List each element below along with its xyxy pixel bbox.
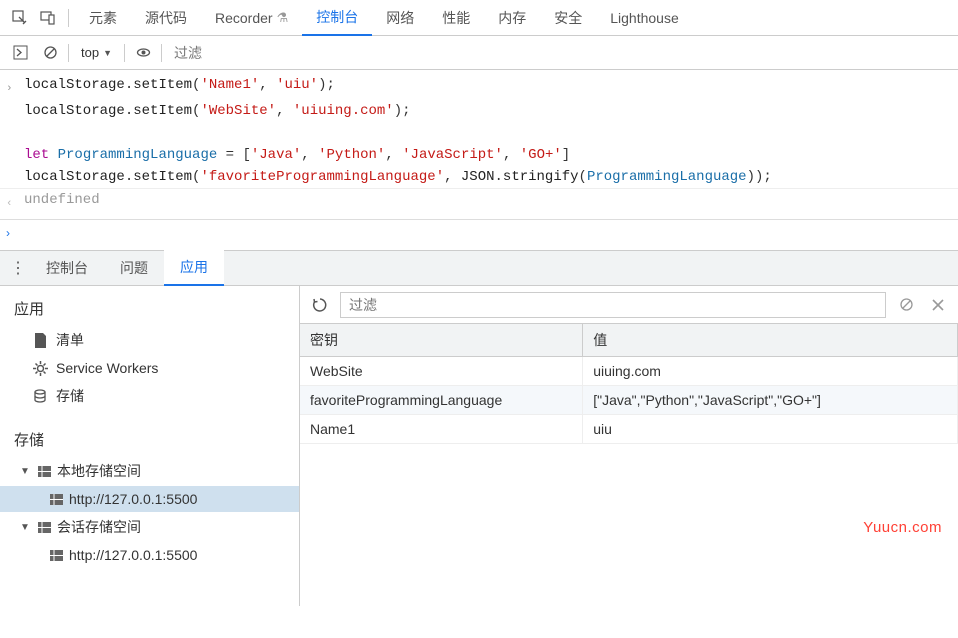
devtools-top-tabs: 元素 源代码 Recorder⚗ 控制台 网络 性能 内存 安全 Lightho… [0, 0, 958, 36]
tree-item-session-storage-origin[interactable]: http://127.0.0.1:5500 [0, 542, 299, 568]
refresh-icon[interactable] [308, 293, 332, 317]
sidebar-item-storage[interactable]: 存储 [0, 381, 299, 411]
table-row[interactable]: favoriteProgrammingLanguage ["Java","Pyt… [300, 386, 958, 415]
tab-performance[interactable]: 性能 [428, 0, 484, 36]
storage-data-panel: 密钥 值 WebSite uiuing.com favoriteProgramm… [300, 286, 958, 606]
tree-item-local-storage-origin[interactable]: http://127.0.0.1:5500 [0, 486, 299, 512]
inspect-icon[interactable] [6, 4, 34, 32]
cell-key: Name1 [300, 415, 583, 444]
console-input-line: localStorage.setItem('favoriteProgrammin… [24, 166, 952, 188]
watermark-text: Yuucn.com [863, 519, 942, 536]
cell-value: uiuing.com [583, 357, 958, 386]
tab-network[interactable]: 网络 [372, 0, 428, 36]
grid-icon [50, 550, 63, 561]
sidebar-item-label: 存储 [56, 386, 84, 406]
clear-console-icon[interactable] [38, 41, 62, 65]
tab-security[interactable]: 安全 [540, 0, 596, 36]
delete-selected-icon[interactable] [926, 293, 950, 317]
database-icon [32, 389, 48, 403]
cell-value: ["Java","Python","JavaScript","GO+"] [583, 386, 958, 415]
separator [161, 44, 162, 62]
chevron-down-icon: ▼ [103, 48, 112, 58]
table-row[interactable]: WebSite uiuing.com [300, 357, 958, 386]
sidebar-section-storage: 存储 [0, 423, 299, 456]
storage-toolbar [300, 286, 958, 324]
tree-item-local-storage[interactable]: ▼ 本地存储空间 [0, 456, 299, 486]
console-input-line: localStorage.setItem('WebSite', 'uiuing.… [24, 100, 952, 122]
application-panel: 应用 清单 Service Workers 存储 存储 ▼ 本地存储空间 htt… [0, 286, 958, 606]
separator [68, 44, 69, 62]
storage-filter-input[interactable] [340, 292, 886, 318]
table-row[interactable]: Name1 uiu [300, 415, 958, 444]
gear-icon [32, 361, 48, 376]
prompt-icon: › [6, 224, 24, 240]
console-toolbar: top ▼ [0, 36, 958, 70]
console-output: › localStorage.setItem('Name1', 'uiu'); … [0, 70, 958, 220]
grid-icon [38, 466, 51, 477]
drawer-tab-application[interactable]: 应用 [164, 250, 224, 286]
more-tabs-icon[interactable]: ⋮ [6, 258, 30, 278]
file-icon [32, 333, 48, 348]
console-result: undefined [24, 189, 952, 215]
column-header-value[interactable]: 值 [583, 324, 958, 357]
storage-table: 密钥 值 WebSite uiuing.com favoriteProgramm… [300, 324, 958, 444]
tree-item-label: http://127.0.0.1:5500 [69, 491, 197, 507]
drawer-tab-console[interactable]: 控制台 [30, 250, 104, 286]
cell-key: favoriteProgrammingLanguage [300, 386, 583, 415]
cell-value: uiu [583, 415, 958, 444]
tab-console[interactable]: 控制台 [302, 0, 372, 36]
application-sidebar: 应用 清单 Service Workers 存储 存储 ▼ 本地存储空间 htt… [0, 286, 300, 606]
column-header-key[interactable]: 密钥 [300, 324, 583, 357]
grid-icon [50, 494, 63, 505]
separator [124, 44, 125, 62]
tree-item-label: http://127.0.0.1:5500 [69, 547, 197, 563]
console-filter-input[interactable] [168, 41, 950, 65]
tab-recorder-label: Recorder [215, 10, 273, 26]
drawer-tabs: ⋮ 控制台 问题 应用 [0, 250, 958, 286]
tab-lighthouse[interactable]: Lighthouse [596, 0, 693, 36]
console-prompt[interactable]: › [0, 220, 958, 250]
context-selector[interactable]: top ▼ [75, 43, 118, 62]
sidebar-item-service-workers[interactable]: Service Workers [0, 355, 299, 381]
tab-elements[interactable]: 元素 [75, 0, 131, 36]
output-marker-icon: ‹ [6, 189, 24, 215]
device-toggle-icon[interactable] [34, 4, 62, 32]
live-expression-icon[interactable] [131, 41, 155, 65]
tree-item-label: 本地存储空间 [57, 461, 141, 481]
flask-icon: ⚗ [277, 10, 289, 26]
sidebar-item-manifest[interactable]: 清单 [0, 325, 299, 355]
show-console-sidebar-icon[interactable] [8, 41, 32, 65]
sidebar-section-application: 应用 [0, 292, 299, 325]
tree-item-label: 会话存储空间 [57, 517, 141, 537]
separator [68, 9, 69, 27]
cell-key: WebSite [300, 357, 583, 386]
sidebar-item-label: Service Workers [56, 360, 158, 376]
drawer-tab-issues[interactable]: 问题 [104, 250, 164, 286]
chevron-down-icon: ▼ [20, 522, 32, 533]
grid-icon [38, 522, 51, 533]
console-input-line: let ProgrammingLanguage = ['Java', 'Pyth… [24, 144, 952, 166]
context-label: top [81, 45, 99, 60]
console-input-line: localStorage.setItem('Name1', 'uiu'); [24, 74, 952, 100]
tab-sources[interactable]: 源代码 [131, 0, 201, 36]
tab-recorder[interactable]: Recorder⚗ [201, 0, 302, 36]
tree-item-session-storage[interactable]: ▼ 会话存储空间 [0, 512, 299, 542]
tab-memory[interactable]: 内存 [484, 0, 540, 36]
chevron-down-icon: ▼ [20, 466, 32, 477]
clear-all-icon[interactable] [894, 293, 918, 317]
input-marker-icon: › [6, 74, 24, 100]
sidebar-item-label: 清单 [56, 330, 84, 350]
